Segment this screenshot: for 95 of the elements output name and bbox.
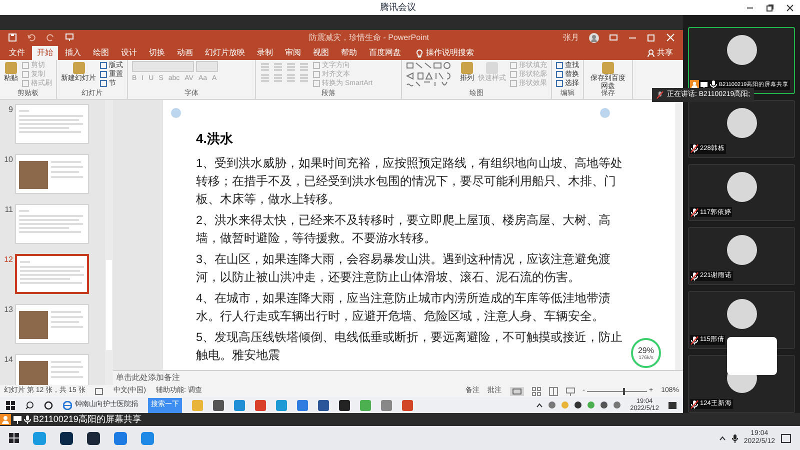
tell-me-search[interactable]: 操作说明搜索 [426, 47, 474, 59]
paragraph-format-icon[interactable] [273, 74, 283, 82]
ribbon-tab[interactable]: 视图 [308, 46, 334, 60]
slide-number: 14 [3, 354, 13, 366]
avatar-placeholder [726, 235, 756, 266]
ribbon-tab[interactable]: 动画 [172, 46, 198, 60]
notification-icon[interactable] [668, 400, 677, 410]
lightbulb-icon [416, 48, 423, 58]
ribbon-tab[interactable]: 切换 [144, 46, 170, 60]
slide-paragraph: 2、洪水来得太快，已经来不及转移时，要立即爬上屋顶、楼房高屋、大树、高墙，做暂时避险，等待援救。不要游水转移。 [196, 212, 612, 247]
circle-decoration-icon [600, 108, 610, 118]
ribbon-tab[interactable]: 插入 [60, 46, 86, 60]
microphone-icon [24, 415, 31, 424]
avatar-placeholder [726, 299, 756, 330]
reading-view-icon[interactable] [548, 386, 558, 396]
paragraph-format-icon[interactable] [260, 74, 270, 82]
user-name: 张月 [563, 32, 579, 44]
sticker-popup [727, 337, 777, 375]
ribbon-display-icon[interactable] [609, 33, 618, 42]
restore-icon[interactable] [766, 4, 774, 12]
paragraph-format-icon[interactable] [286, 74, 296, 82]
slide-paragraph: 1、受到洪水威胁，如果时间充裕，应按照预定路线，有组织地向山坡、高地等处转移；在措手不及，已经受到洪水包围的情况下，要尽可能利用船只、木排、门板、木床等，做水上转移。 [196, 155, 624, 208]
microphone-icon[interactable] [732, 434, 738, 442]
person-icon [647, 49, 655, 57]
slide-thumbnail[interactable] [15, 254, 89, 294]
app-icon[interactable] [60, 432, 73, 444]
ribbon-tab[interactable]: 文件 [4, 46, 30, 60]
share-button[interactable]: 共享 [647, 46, 679, 60]
ribbon-button-icon [460, 61, 474, 75]
redo-icon[interactable] [46, 33, 55, 42]
slide-number: 13 [3, 304, 13, 316]
close-icon[interactable] [786, 4, 794, 12]
spelling-icon[interactable] [95, 388, 104, 394]
caret-up-icon[interactable] [718, 436, 726, 440]
photo-placeholder [19, 311, 48, 339]
font-name-field[interactable] [132, 61, 194, 72]
ribbon-tab[interactable]: 开始 [32, 46, 58, 60]
avatar-icon[interactable] [589, 32, 599, 42]
ribbon-tab[interactable]: 幻灯片放映 [200, 46, 250, 60]
screen-share-label: B21100219高阳的屏幕共享 [33, 412, 142, 426]
slide-number: 12 [3, 254, 13, 266]
screen-share-icon [13, 415, 22, 424]
ribbon-button-icon [601, 61, 615, 75]
presentation-icon[interactable] [65, 33, 74, 42]
ribbon-tab[interactable]: 审阅 [280, 46, 306, 60]
normal-view-icon[interactable] [510, 386, 524, 396]
paragraph-format-icon[interactable] [273, 63, 283, 71]
ribbon-button-icon [72, 61, 86, 75]
circle-icon[interactable] [44, 400, 53, 410]
ribbon-tab[interactable]: 帮助 [336, 46, 362, 60]
font-size-field[interactable] [196, 61, 218, 72]
caret-up-icon[interactable] [536, 402, 544, 408]
screen-share-icon [700, 80, 708, 89]
avatar-placeholder [726, 172, 756, 202]
search-icon[interactable] [25, 400, 34, 410]
slide-title: 4.洪水 [196, 130, 234, 148]
slideshow-icon[interactable] [566, 386, 575, 396]
ribbon-tab[interactable]: 录制 [252, 46, 278, 60]
photo-placeholder [19, 161, 48, 189]
paragraph-format-icon[interactable] [299, 63, 309, 71]
ribbon-button-icon [4, 61, 18, 75]
slide-number: 9 [8, 104, 13, 116]
slide-number: 10 [3, 154, 13, 166]
app-icon[interactable] [213, 400, 224, 410]
grid-view-icon[interactable] [532, 386, 541, 396]
paragraph-format-icon[interactable] [260, 63, 270, 71]
windows-start-icon[interactable] [9, 433, 19, 443]
slide-paragraph: 5、发现高压线铁塔倾倒、电线低垂或断折，要远离避险，不可触摸或接近，防止触电。雅安地震 [196, 329, 624, 364]
browser-icon[interactable] [63, 400, 72, 410]
ribbon-tab[interactable]: 百度网盘 [364, 46, 406, 60]
windows-start-icon[interactable] [6, 400, 15, 410]
notes-placeholder[interactable]: 单击此处添加备注 [116, 373, 180, 382]
ribbon-tab[interactable]: 设计 [116, 46, 142, 60]
ribbon-tab[interactable]: 绘图 [88, 46, 114, 60]
slide-paragraph: 3、在山区，如果连降大雨，会容易暴发山洪。遇到这种情况，应该注意避免渡河，以防止被山洪冲走，还要注意防止山体滑坡、滚石、泥石流的伤害。 [196, 251, 612, 286]
scrollbar-thumb[interactable] [106, 260, 112, 350]
paragraph-format-icon[interactable] [299, 74, 309, 82]
undo-icon[interactable] [27, 33, 36, 42]
slide-number: 11 [4, 204, 13, 216]
person-icon [0, 414, 11, 425]
save-icon[interactable] [8, 33, 17, 42]
photo-placeholder [19, 361, 48, 385]
muted-microphone-icon [656, 91, 664, 99]
avatar-placeholder [726, 35, 756, 65]
app-icon[interactable] [318, 400, 329, 410]
avatar-placeholder [726, 108, 756, 138]
usage-percent: 29% [638, 346, 654, 354]
slide-paragraph: 4、在城市，如果连降大雨，应当注意防止城市内涝所造成的车库等低洼地带渍水。行人行走或车辆出行时，应避开危墙、危险区域，注意人身、车辆安全。 [196, 290, 612, 325]
document-title: 防震减灾，珍惜生命 - PowerPoint [309, 32, 430, 44]
app-icon[interactable] [339, 400, 350, 410]
circle-decoration-icon [171, 108, 181, 118]
window-title: 腾讯会议 [380, 1, 416, 14]
app-icon[interactable] [87, 432, 100, 444]
paragraph-format-icon[interactable] [286, 63, 296, 71]
notification-icon[interactable] [781, 434, 791, 442]
